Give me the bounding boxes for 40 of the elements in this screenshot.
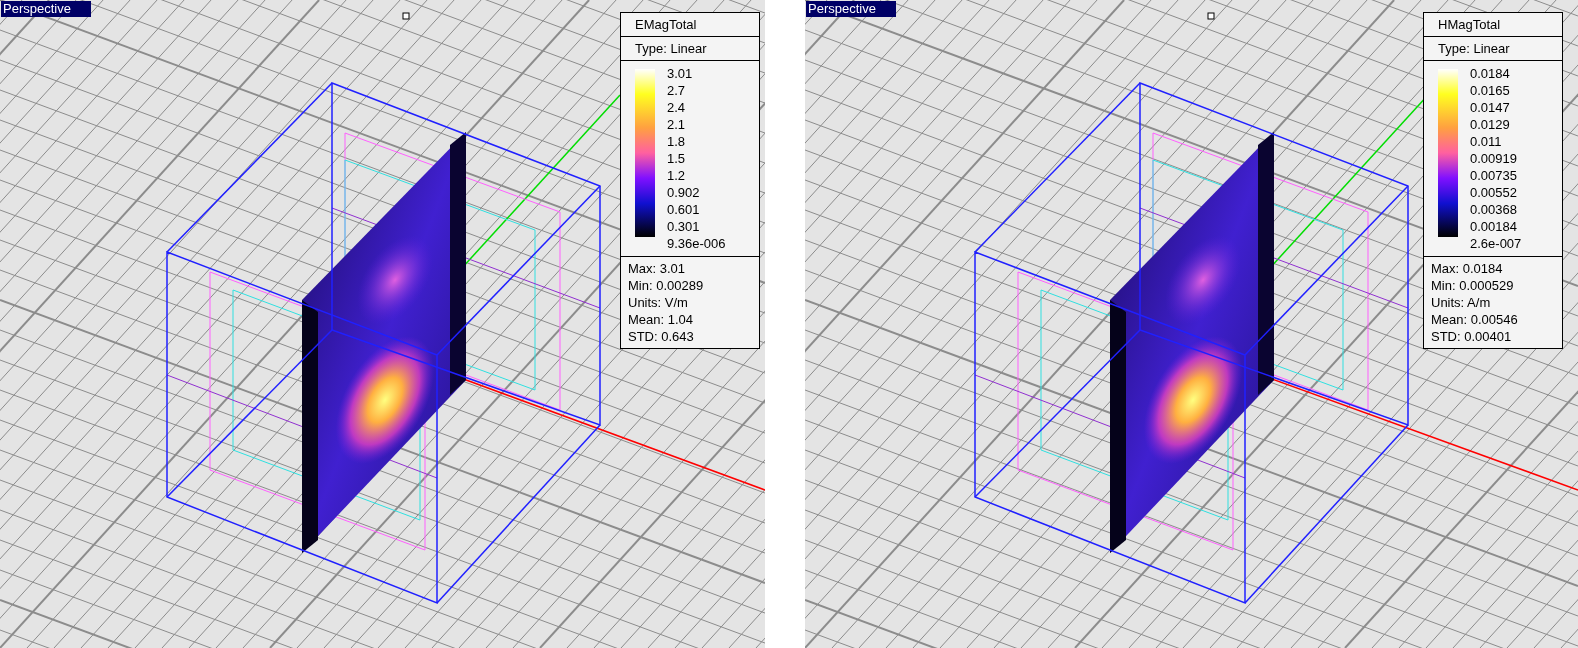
scale-value: 0.902	[667, 184, 701, 201]
scale-value: 0.00552	[1470, 184, 1518, 201]
scale-value: 0.00919	[1470, 150, 1518, 167]
scale-value: 0.00368	[1470, 201, 1518, 218]
statistic-text: STD: 0.643	[628, 328, 695, 345]
statistic-text: Min: 0.000529	[1431, 277, 1515, 294]
scale-value: 0.601	[667, 201, 701, 218]
scale-value: 2.4	[667, 99, 687, 116]
scale-value: 2.7	[667, 82, 687, 99]
statistic-text: Units: A/m	[1431, 294, 1492, 311]
grip-handle-icon[interactable]	[402, 12, 410, 20]
scale-value: 0.0129	[1470, 116, 1511, 133]
scale-value: 0.301	[667, 218, 701, 235]
viewport-title: Perspective	[1, 1, 91, 17]
viewport-title: Perspective	[806, 1, 896, 17]
statistic-text: Mean: 1.04	[628, 311, 695, 328]
scale-value: 1.2	[667, 167, 687, 184]
legend-type: Type: Linear	[1438, 41, 1510, 56]
scale-value: 1.8	[667, 133, 687, 150]
scale-value: 0.0165	[1470, 82, 1511, 99]
statistic-text: Units: V/m	[628, 294, 689, 311]
scale-value: 0.00184	[1470, 218, 1518, 235]
legend-title: EMagTotal	[635, 17, 697, 32]
statistic-text: Max: 0.0184	[1431, 260, 1504, 277]
scale-value: 0.0147	[1470, 99, 1511, 116]
scale-value: 0.0184	[1470, 65, 1511, 82]
statistic-text: Mean: 0.00546	[1431, 311, 1519, 328]
statistic-text: Min: 0.00289	[628, 277, 705, 294]
scale-value: 2.1	[667, 116, 687, 133]
scale-value: 2.6e-007	[1470, 235, 1522, 252]
scale-value: 0.00735	[1470, 167, 1518, 184]
legend-type: Type: Linear	[635, 41, 707, 56]
scale-value: 1.5	[667, 150, 687, 167]
scale-value: 0.011	[1470, 133, 1503, 150]
grip-handle-icon[interactable]	[1207, 12, 1215, 20]
legend-title: HMagTotal	[1438, 17, 1501, 32]
statistic-text: STD: 0.00401	[1431, 328, 1513, 345]
scale-value: 3.01	[667, 65, 694, 82]
statistic-text: Max: 3.01	[628, 260, 687, 277]
scale-value: 9.36e-006	[667, 235, 726, 252]
